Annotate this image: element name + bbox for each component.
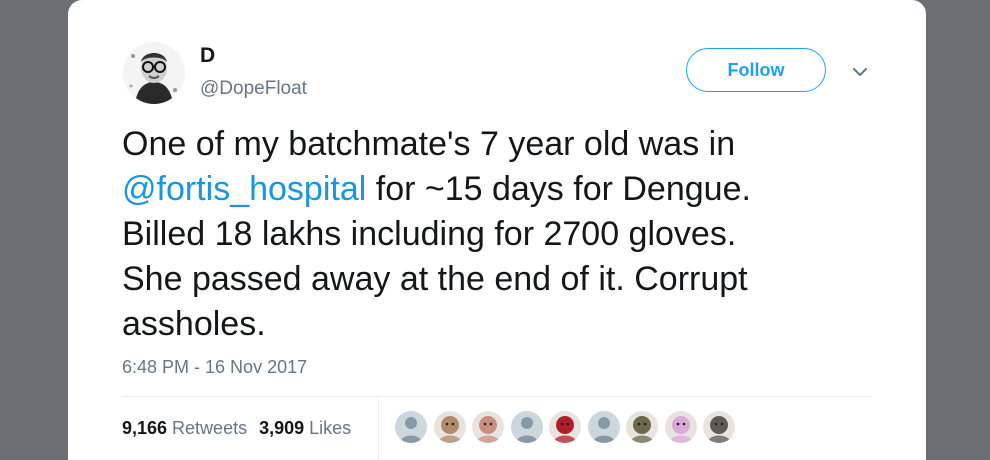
liker-avatar[interactable] <box>549 411 581 443</box>
liker-avatar[interactable] <box>395 411 427 443</box>
author-avatar[interactable] <box>123 42 185 104</box>
likes-stat[interactable]: 3,909 Likes <box>259 418 351 439</box>
likes-count: 3,909 <box>259 417 305 438</box>
liker-avatar[interactable] <box>433 411 466 443</box>
tweet-line-1: One of my batchmate's 7 year old was in <box>122 125 736 163</box>
tweet-text: One of my batchmate's 7 year old was in … <box>122 122 882 347</box>
mention-link[interactable]: @fortis_hospital <box>122 170 366 208</box>
liker-avatar[interactable] <box>472 411 504 443</box>
retweets-count: 9,166 <box>122 417 168 438</box>
liker-avatar[interactable] <box>626 411 658 443</box>
tweet-line-5: assholes. <box>122 305 266 343</box>
tweet-line-4: She passed away at the end of it. Corrup… <box>122 260 748 298</box>
default-avatar-icon <box>587 411 620 443</box>
author-handle[interactable]: @DopeFloat <box>200 78 307 100</box>
default-avatar-icon <box>395 411 427 443</box>
author-avatar-icon <box>123 42 185 104</box>
default-avatar-icon <box>510 411 543 443</box>
tweet-stats: 9,166 Retweets 3,909 Likes <box>122 416 363 440</box>
user-photo-icon <box>549 411 581 443</box>
tweet-card: D @DopeFloat Follow One of my batchmate'… <box>68 0 926 460</box>
user-photo-icon <box>626 411 658 443</box>
user-photo-icon <box>664 411 697 443</box>
liker-avatar[interactable] <box>664 411 697 443</box>
tweet-line-3: Billed 18 lakhs including for 2700 glove… <box>122 215 737 253</box>
likes-label: Likes <box>309 417 352 438</box>
liker-avatar[interactable] <box>510 411 543 443</box>
divider <box>122 396 872 397</box>
user-photo-icon <box>703 411 735 443</box>
retweets-stat[interactable]: 9,166 Retweets <box>122 418 247 439</box>
liker-avatars <box>395 411 742 443</box>
liker-avatar[interactable] <box>703 411 735 443</box>
stats-divider <box>378 398 379 460</box>
follow-button[interactable]: Follow <box>686 48 826 92</box>
user-photo-icon <box>472 411 504 443</box>
liker-avatar[interactable] <box>587 411 620 443</box>
tweet-timestamp[interactable]: 6:48 PM - 16 Nov 2017 <box>122 357 307 378</box>
user-photo-icon <box>433 411 466 443</box>
chevron-down-icon[interactable] <box>848 60 872 84</box>
author-name[interactable]: D <box>200 44 215 68</box>
tweet-line-2: for ~15 days for Dengue. <box>366 170 751 208</box>
retweets-label: Retweets <box>172 417 248 438</box>
